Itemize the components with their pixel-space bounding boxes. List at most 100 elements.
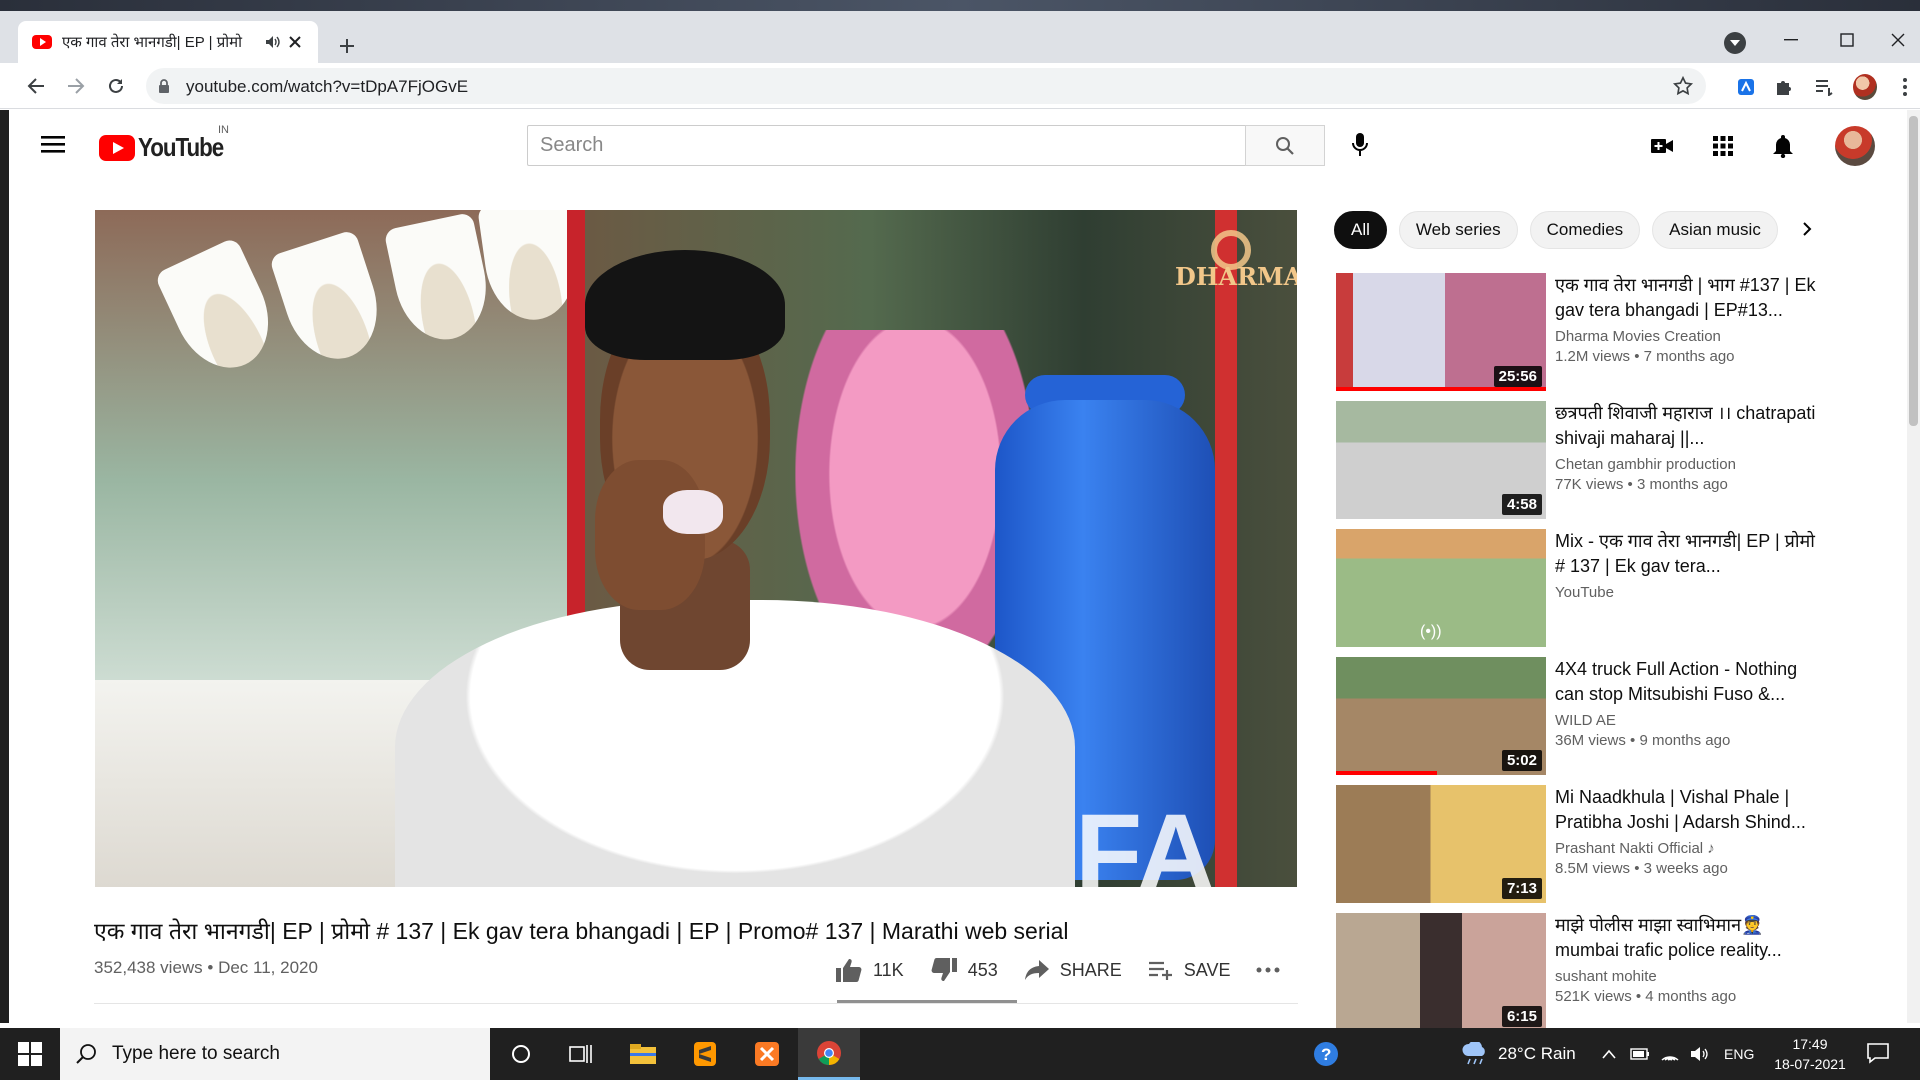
video-player[interactable]: FA DHARMA (95, 210, 1297, 887)
channel-name[interactable]: WILD AE (1555, 712, 1823, 729)
close-tab-icon[interactable] (284, 31, 306, 53)
filter-chips: All Web series Comedies Asian music (1334, 210, 1814, 250)
back-button[interactable] (23, 73, 49, 99)
help-icon[interactable]: ? (1312, 1028, 1340, 1080)
youtube-logo[interactable]: YouTube IN (99, 124, 237, 163)
more-horizontal-icon (1256, 967, 1280, 973)
chrome-taskbar-icon[interactable] (798, 1028, 860, 1080)
chevron-right-icon[interactable] (1794, 216, 1820, 242)
apps-grid-icon[interactable] (1709, 132, 1737, 160)
video-duration: 5:02 (1501, 750, 1542, 771)
channel-name[interactable]: sushant mohite (1555, 968, 1823, 985)
microphone-icon[interactable] (1351, 132, 1369, 158)
chip-all[interactable]: All (1334, 211, 1387, 249)
recommended-title[interactable]: छत्रपती शिवाजी महाराज ।। chatrapati shiv… (1555, 401, 1823, 451)
channel-watermark: DHARMA (1175, 230, 1297, 291)
video-duration: 25:56 (1493, 366, 1542, 387)
taskbar-search-box[interactable]: Type here to search (60, 1028, 490, 1080)
recommended-video[interactable]: (•)) Mix - एक गाव तेरा भानगडी| EP | प्रो… (1327, 529, 1827, 657)
reading-list-icon[interactable] (1812, 75, 1836, 99)
chip-asian-music[interactable]: Asian music (1652, 211, 1778, 249)
tab-search-icon[interactable] (1724, 32, 1746, 54)
country-code: IN (218, 124, 229, 136)
address-bar[interactable]: youtube.com/watch?v=tDpA7FjOGvE (146, 68, 1706, 104)
battery-icon[interactable] (1630, 1028, 1650, 1080)
close-window-button[interactable] (1875, 22, 1920, 58)
video-thumbnail[interactable]: 6:15 (1336, 913, 1546, 1031)
chrome-menu-icon[interactable] (1893, 75, 1917, 99)
chip-web-series[interactable]: Web series (1398, 211, 1518, 249)
video-thumbnail[interactable]: 25:56 (1336, 273, 1546, 391)
clock-date: 18-07-2021 (1774, 1056, 1846, 1072)
recommendations-list: 25:56 एक गाव तेरा भानगडी | भाग #137 | Ek… (1327, 273, 1827, 1041)
save-button[interactable]: SAVE (1148, 959, 1231, 981)
chip-comedies[interactable]: Comedies (1529, 211, 1641, 249)
hamburger-menu-icon[interactable] (41, 133, 67, 157)
more-actions-button[interactable] (1256, 967, 1280, 973)
video-duration: 4:58 (1501, 494, 1542, 515)
save-label: SAVE (1183, 959, 1231, 980)
channel-name[interactable]: Dharma Movies Creation (1555, 328, 1823, 345)
recommended-video[interactable]: 25:56 एक गाव तेरा भानगडी | भाग #137 | Ek… (1327, 273, 1827, 401)
new-tab-button[interactable] (334, 33, 360, 59)
reload-button[interactable] (103, 73, 129, 99)
extension-translate-icon[interactable] (1734, 75, 1758, 99)
windows-start-icon[interactable] (12, 1040, 48, 1068)
recommended-video[interactable]: 5:02 4X4 truck Full Action - Nothing can… (1327, 657, 1827, 785)
video-thumbnail[interactable]: 4:58 (1336, 401, 1546, 519)
lock-icon[interactable] (158, 79, 170, 94)
speaker-icon[interactable] (262, 31, 284, 53)
video-stats: 36M views • 9 months ago (1555, 732, 1731, 749)
channel-name[interactable]: Chetan gambhir production (1555, 456, 1823, 473)
windows-taskbar: Type here to search ? 28°C Rain ENG 17:4… (0, 1028, 1920, 1080)
create-video-icon[interactable] (1648, 132, 1676, 160)
input-language[interactable]: ENG (1724, 1028, 1754, 1080)
account-avatar[interactable] (1835, 126, 1875, 166)
dislike-button[interactable]: 453 (930, 957, 998, 983)
video-thumbnail[interactable]: (•)) (1336, 529, 1546, 647)
extensions-puzzle-icon[interactable] (1772, 75, 1796, 99)
xampp-icon[interactable] (736, 1028, 798, 1080)
notifications-bell-icon[interactable] (1769, 132, 1797, 160)
recommended-title[interactable]: Mi Naadkhula | Vishal Phale | Pratibha J… (1555, 785, 1823, 835)
page-scrollbar[interactable] (1907, 110, 1920, 1023)
file-explorer-icon[interactable] (612, 1028, 674, 1080)
divider (94, 1003, 1298, 1004)
show-hidden-icons-chevron-icon[interactable] (1602, 1028, 1616, 1080)
search-input[interactable]: Search (527, 125, 1245, 166)
channel-name[interactable]: Prashant Nakti Official ♪ (1555, 840, 1823, 857)
volume-icon[interactable] (1690, 1028, 1710, 1080)
recommended-title[interactable]: एक गाव तेरा भानगडी | भाग #137 | Ek gav t… (1555, 273, 1823, 323)
recommended-title[interactable]: Mix - एक गाव तेरा भानगडी| EP | प्रोमो # … (1555, 529, 1823, 579)
search-icon (76, 1044, 96, 1064)
minimize-button[interactable] (1763, 22, 1819, 58)
browser-tab[interactable]: एक गाव तेरा भानगडी| EP | प्रोमो (18, 21, 318, 63)
video-duration: 7:13 (1501, 878, 1542, 899)
profile-avatar[interactable] (1853, 74, 1877, 100)
svg-text:?: ? (1321, 1045, 1331, 1064)
video-thumbnail[interactable]: 5:02 (1336, 657, 1546, 775)
weather-widget[interactable]: 28°C Rain (1460, 1028, 1576, 1080)
channel-name[interactable]: YouTube (1555, 584, 1823, 601)
action-center-icon[interactable] (1866, 1042, 1892, 1066)
like-button[interactable]: 11K (835, 957, 904, 983)
forward-button[interactable] (63, 73, 89, 99)
video-thumbnail[interactable]: 7:13 (1336, 785, 1546, 903)
taskbar-search-placeholder: Type here to search (112, 1043, 280, 1064)
desktop-wallpaper-strip (0, 0, 1920, 11)
bookmark-star-icon[interactable] (1672, 75, 1694, 97)
system-clock[interactable]: 17:49 18-07-2021 (1770, 1034, 1850, 1074)
recommended-video[interactable]: 7:13 Mi Naadkhula | Vishal Phale | Prati… (1327, 785, 1827, 913)
recommended-video[interactable]: 4:58 छत्रपती शिवाजी महाराज ।। chatrapati… (1327, 401, 1827, 529)
cortana-icon[interactable] (490, 1028, 552, 1080)
share-button[interactable]: SHARE (1024, 959, 1122, 981)
wifi-icon[interactable] (1660, 1028, 1680, 1080)
sublime-text-icon[interactable] (674, 1028, 736, 1080)
task-view-icon[interactable] (550, 1028, 612, 1080)
recommended-title[interactable]: 4X4 truck Full Action - Nothing can stop… (1555, 657, 1823, 707)
search-button[interactable] (1245, 125, 1325, 166)
maximize-button[interactable] (1819, 22, 1875, 58)
recommended-video[interactable]: 6:15 माझे पोलीस माझा स्वाभिमान👮 mumbai t… (1327, 913, 1827, 1041)
recommended-title[interactable]: माझे पोलीस माझा स्वाभिमान👮 mumbai trafic… (1555, 913, 1823, 963)
search-bar: Search (527, 125, 1325, 166)
